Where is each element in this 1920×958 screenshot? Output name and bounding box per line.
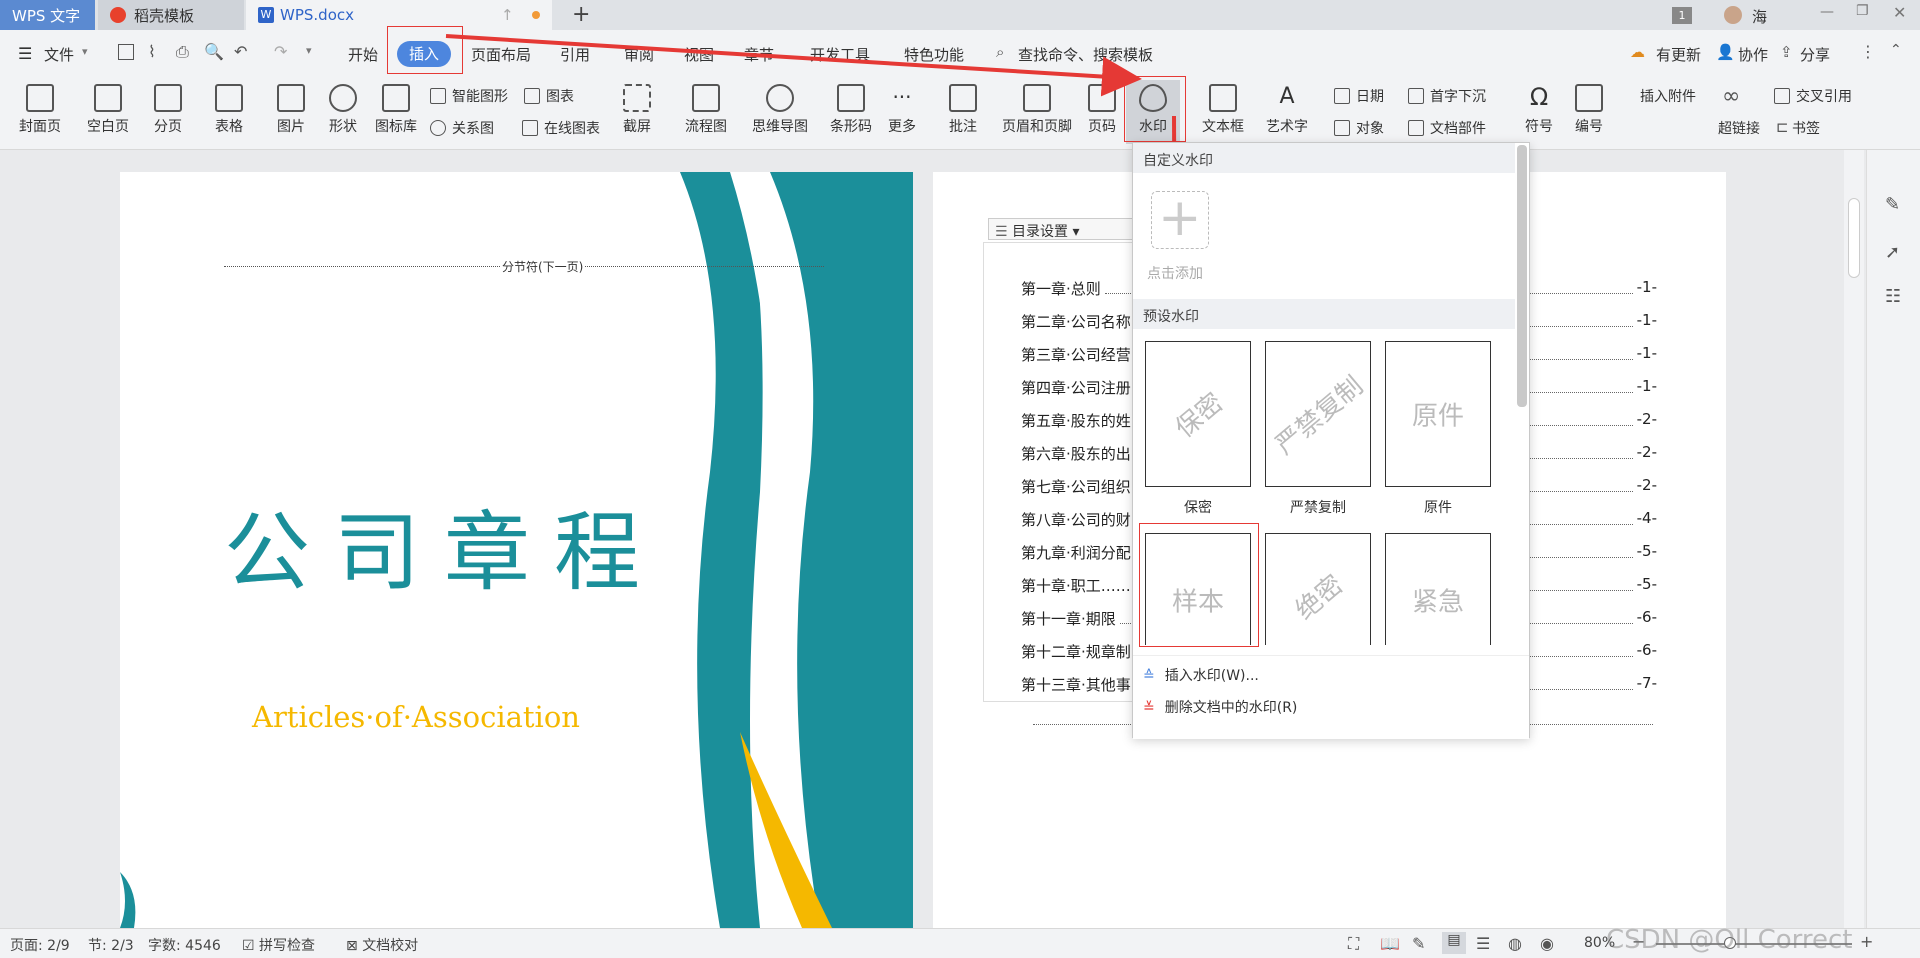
preset-text: 紧急	[1411, 587, 1465, 618]
image-watermark: CSDN @Oll Correct	[1606, 925, 1853, 955]
preset-urgent[interactable]: 紧急	[1385, 533, 1491, 645]
highlight-watermark-button	[1124, 76, 1186, 142]
vertical-scrollbar[interactable]	[1844, 150, 1864, 928]
watermark-dropdown: 自定义水印 + 点击添加 预设水印 保密 严禁复制 原件 保密 严禁复制 原件 …	[1132, 142, 1530, 739]
scroll-thumb[interactable]	[1848, 198, 1860, 278]
menu-item-label: 插入水印(W)...	[1164, 668, 1259, 684]
proofread-button[interactable]: ⊠ 文档校对	[346, 935, 418, 955]
status-bar: 页面: 2/9 节: 2/3 字数: 4546 ☑ 拼写检查 ⊠ 文档校对 ⛶ …	[0, 925, 1920, 958]
preset-confidential[interactable]: 保密	[1145, 341, 1251, 487]
page-indicator[interactable]: 页面: 2/9	[10, 935, 70, 955]
section-indicator[interactable]: 节: 2/3	[88, 935, 134, 955]
preset-label: 保密	[1184, 500, 1212, 516]
preset-watermark-header: 预设水印	[1133, 299, 1515, 329]
spell-check-icon: ☑	[242, 938, 260, 954]
spell-check-button[interactable]: ☑ 拼写检查	[242, 935, 315, 955]
highlight-insert-tab	[387, 26, 463, 74]
delete-watermark-item[interactable]: ≚ 删除文档中的水印(R)	[1143, 697, 1513, 721]
add-custom-label: 点击添加	[1147, 266, 1203, 282]
outline-view-icon[interactable]: ☰	[1476, 934, 1490, 953]
menu-item-label: 删除文档中的水印(R)	[1164, 700, 1298, 716]
add-custom-watermark-button[interactable]: +	[1151, 188, 1209, 249]
eye-protect-icon[interactable]: ◉	[1540, 934, 1554, 953]
preset-label: 原件	[1424, 500, 1452, 516]
annotation-arrows	[445, 34, 1196, 538]
word-count[interactable]: 字数: 4546	[148, 935, 221, 955]
settings-sliders-icon[interactable]: ☷	[1885, 286, 1901, 307]
insert-watermark-item[interactable]: ≙ 插入水印(W)...	[1143, 665, 1513, 689]
read-mode-icon[interactable]: 📖	[1380, 934, 1400, 953]
button-label: 拼写检查	[259, 938, 316, 954]
highlight-sample-preset	[1139, 523, 1259, 647]
custom-watermark-header: 自定义水印	[1133, 143, 1515, 173]
edit-icon[interactable]: ✎	[1885, 194, 1900, 215]
preset-text: 保密	[1170, 387, 1230, 445]
plus-icon: +	[1158, 188, 1202, 248]
page-view-icon[interactable]: ▤	[1442, 932, 1466, 954]
button-label: 文档校对	[362, 938, 419, 954]
right-sidebar: ✎ ➚ ☷	[1866, 150, 1920, 928]
zoom-in-icon[interactable]: +	[1860, 932, 1873, 951]
proofread-icon: ⊠	[346, 938, 363, 954]
fullscreen-icon[interactable]: ⛶	[1348, 934, 1359, 954]
insert-watermark-icon: ≙	[1143, 668, 1155, 684]
preset-text: 严禁复制	[1270, 370, 1370, 461]
preset-text: 原件	[1411, 401, 1465, 432]
preset-text: 绝密	[1290, 569, 1350, 627]
web-view-icon[interactable]: ◍	[1508, 934, 1522, 953]
preset-top-secret[interactable]: 绝密	[1265, 533, 1371, 645]
preset-label: 严禁复制	[1290, 500, 1346, 516]
write-mode-icon[interactable]: ✎	[1412, 934, 1425, 953]
preset-original[interactable]: 原件	[1385, 341, 1491, 487]
preset-no-copy[interactable]: 严禁复制	[1265, 341, 1371, 487]
cursor-icon[interactable]: ➚	[1885, 242, 1900, 263]
delete-watermark-icon: ≚	[1143, 700, 1155, 716]
dropdown-scrollbar[interactable]	[1517, 145, 1527, 407]
